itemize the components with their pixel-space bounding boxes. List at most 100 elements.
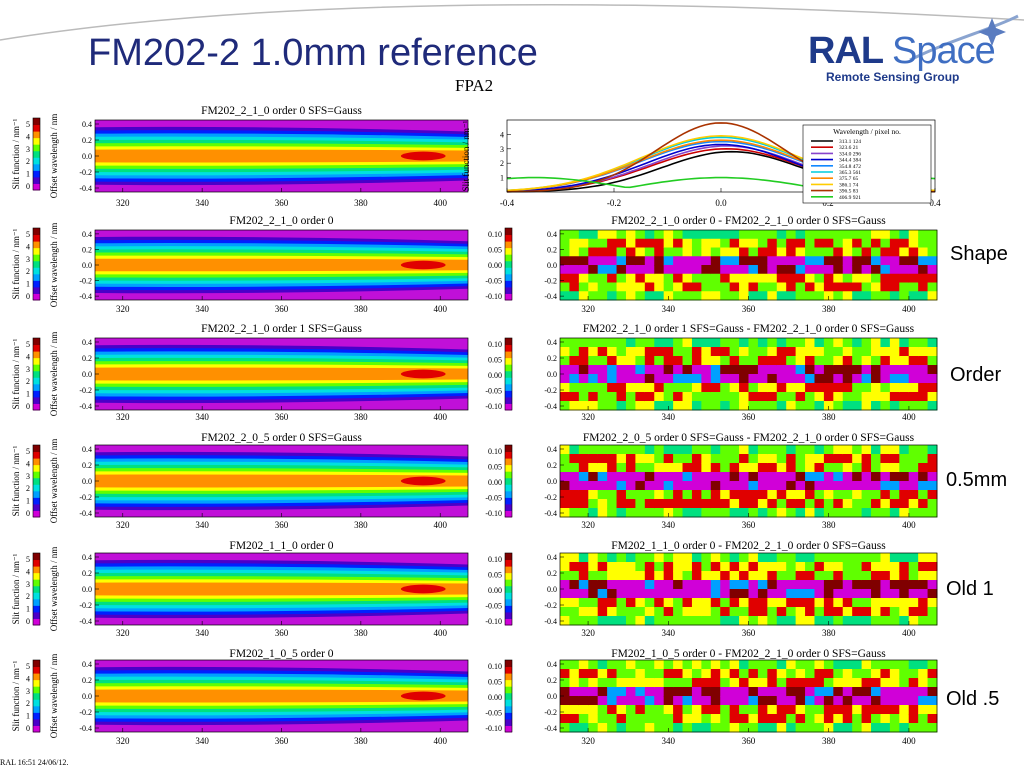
diff-cell-9-23-1: [776, 562, 787, 572]
diff-cell-7-1-0: [569, 445, 580, 455]
diff-cell-5-14-4: [691, 374, 702, 384]
diff-cell-7-9-1: [644, 454, 655, 464]
diff-cell-11-8-7: [635, 723, 646, 733]
diff-cell-5-19-5: [739, 383, 749, 393]
diff-cell-7-1-6: [569, 499, 580, 509]
legend-entry-1-2: 334.0 296: [839, 151, 861, 157]
x-tick-label-2-3: 380: [354, 304, 368, 314]
diff-cell-3-7-2: [625, 247, 636, 257]
diff-cell-9-19-6: [739, 607, 749, 617]
diff-cell-5-6-3: [616, 365, 627, 375]
diff-cell-9-34-5: [880, 598, 891, 608]
diff-cell-5-5-1: [607, 347, 618, 357]
diff-cell-5-25-2: [795, 356, 806, 366]
diff-cell-9-1-0: [569, 553, 580, 563]
diff-cell-9-18-0: [729, 553, 740, 563]
diff-cell-3-36-1: [899, 238, 910, 248]
diff-cell-9-21-4: [757, 589, 768, 599]
diff-cell-5-18-0: [729, 338, 740, 348]
diff-cell-11-30-1: [842, 669, 853, 679]
diff-cell-5-16-2: [710, 356, 721, 366]
diff-cell-7-23-2: [776, 463, 787, 473]
colorbar-segment-3-7: [505, 247, 512, 255]
diff-cell-11-12-4: [673, 696, 684, 706]
diff-cell-3-33-4: [871, 265, 881, 275]
diff-cell-3-27-5: [814, 273, 825, 283]
x-tick-label-5-3: 380: [822, 412, 836, 422]
diff-cell-3-23-4: [776, 265, 787, 275]
diff-cell-5-30-1: [842, 347, 853, 357]
diff-cell-11-15-2: [701, 678, 712, 688]
y-tick-label-7-4: -0.4: [544, 509, 557, 518]
diff-cell-11-21-0: [757, 660, 768, 670]
diff-cell-11-24-4: [786, 696, 797, 706]
diff-cell-3-10-7: [654, 291, 665, 301]
diff-cell-7-26-2: [805, 463, 815, 473]
diff-cell-11-6-7: [616, 723, 627, 733]
diff-cell-11-15-5: [701, 705, 712, 715]
diff-cell-7-10-6: [654, 499, 665, 509]
colorbar-segment-8-8: [33, 566, 40, 574]
diff-cell-9-24-5: [786, 598, 797, 608]
diff-cell-3-11-2: [663, 247, 674, 257]
diff-cell-7-28-6: [823, 499, 834, 509]
diff-cell-7-38-0: [918, 445, 929, 455]
colorbar-segment-4-7: [33, 357, 40, 365]
diff-cell-11-7-4: [625, 696, 636, 706]
diff-cell-11-8-4: [635, 696, 646, 706]
diff-cell-3-19-6: [739, 282, 749, 292]
diff-cell-9-6-3: [616, 580, 627, 590]
diff-cell-9-30-5: [842, 598, 853, 608]
y-tick-label-9-4: -0.4: [544, 617, 557, 626]
diff-cell-9-37-4: [908, 589, 919, 599]
diff-cell-9-39-7: [927, 616, 938, 626]
diff-cell-9-36-6: [899, 607, 910, 617]
diff-cell-9-14-1: [691, 562, 702, 572]
diff-cell-5-28-0: [823, 338, 834, 348]
y-tick-label-2-4: -0.4: [79, 292, 92, 301]
diff-cell-11-20-6: [748, 714, 759, 724]
diff-cell-9-9-4: [644, 589, 655, 599]
diff-cell-3-24-1: [786, 238, 797, 248]
diff-cell-5-36-0: [899, 338, 910, 348]
diff-cell-7-16-3: [710, 472, 721, 482]
colorbar-segment-4-5: [33, 370, 40, 378]
diff-cell-11-17-0: [720, 660, 731, 670]
diff-cell-5-9-6: [644, 392, 655, 402]
diff-cell-3-28-5: [823, 273, 834, 283]
diff-cell-5-16-5: [710, 383, 721, 393]
x-tick-label-9-3: 380: [822, 628, 836, 638]
diff-cell-3-12-0: [673, 230, 684, 240]
diff-cell-11-4-0: [597, 660, 608, 670]
diff-cell-9-8-1: [635, 562, 646, 572]
colorbar-segment-6-6: [33, 471, 40, 479]
diff-cell-11-6-0: [616, 660, 627, 670]
diff-cell-3-22-7: [767, 291, 778, 301]
x-tick-label-2-4: 400: [433, 304, 447, 314]
y-tick-label-2-1: 0.2: [82, 245, 92, 254]
diff-cell-5-15-2: [701, 356, 712, 366]
diff-cell-9-20-1: [748, 562, 759, 572]
diff-cell-7-28-4: [823, 481, 834, 491]
x-tick-label-3-1: 340: [662, 304, 676, 314]
colorbar-segment-4-2: [33, 390, 40, 398]
diff-cell-9-11-0: [663, 553, 674, 563]
diff-cell-9-27-7: [814, 616, 825, 626]
diff-cell-5-12-0: [673, 338, 684, 348]
diff-cell-3-2-5: [578, 273, 589, 283]
diff-cell-3-33-0: [871, 230, 881, 240]
diff-cell-3-5-7: [607, 291, 618, 301]
diff-cell-3-20-5: [748, 273, 759, 283]
diff-cell-3-6-1: [616, 238, 627, 248]
diff-cell-9-22-4: [767, 589, 778, 599]
diff-cell-9-16-6: [710, 607, 721, 617]
colorbar-segment-0-1: [33, 176, 40, 184]
diff-cell-5-38-3: [918, 365, 929, 375]
diff-cell-9-4-1: [597, 562, 608, 572]
diff-cell-11-25-5: [795, 705, 806, 715]
diff-cell-3-25-7: [795, 291, 806, 301]
diff-cell-11-25-6: [795, 714, 806, 724]
diff-cell-5-20-4: [748, 374, 759, 384]
diff-cell-7-18-2: [729, 463, 740, 473]
diff-cell-3-7-5: [625, 273, 636, 283]
